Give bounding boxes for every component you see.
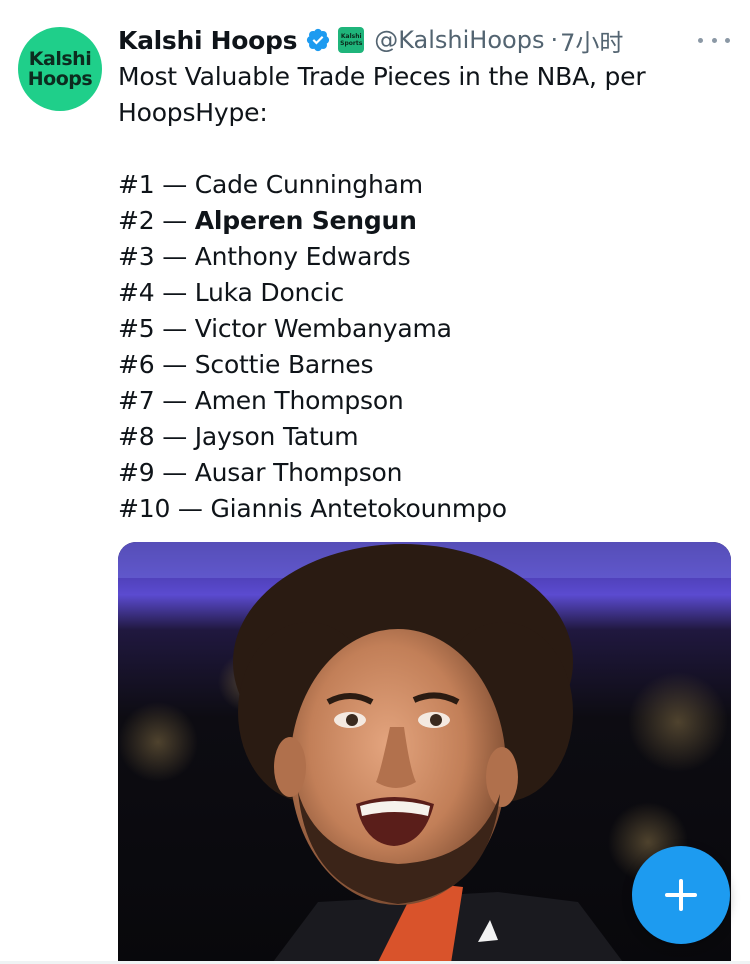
- dot: [711, 37, 717, 43]
- verified-badge-icon: [307, 28, 330, 52]
- avatar[interactable]: Kalshi Hoops: [18, 27, 102, 111]
- rank-number: #6 —: [118, 350, 187, 379]
- ellipsis-icon[interactable]: [698, 28, 730, 52]
- ranking-item: #7 — Amen Thompson: [118, 383, 728, 419]
- player-name: Victor Wembanyama: [194, 314, 452, 343]
- affiliate-badge-line1: Kalshi: [340, 33, 362, 40]
- rank-number: #7 —: [118, 386, 187, 415]
- rank-number: #8 —: [118, 422, 187, 451]
- dot: [698, 37, 703, 43]
- user-handle[interactable]: @KalshiHoops: [374, 26, 544, 54]
- player-name: Jayson Tatum: [194, 422, 359, 451]
- ranking-item: #3 — Anthony Edwards: [118, 239, 728, 275]
- player-name: Ausar Thompson: [194, 458, 403, 487]
- intro-line: Most Valuable Trade Pieces in the NBA, p…: [118, 62, 646, 91]
- ranking-item: #9 — Ausar Thompson: [118, 455, 728, 491]
- rank-number: #3 —: [118, 242, 187, 271]
- ranking-item: #6 — Scottie Barnes: [118, 347, 728, 383]
- rank-number: #10 —: [118, 494, 203, 523]
- tweet-text: Most Valuable Trade Pieces in the NBA, p…: [118, 59, 728, 527]
- ranking-item: #5 — Victor Wembanyama: [118, 311, 728, 347]
- ranking-item: #10 — Giannis Antetokounmpo: [118, 491, 728, 527]
- player-name: Giannis Antetokounmpo: [210, 494, 507, 523]
- plus-icon: [665, 879, 697, 911]
- player-name: Amen Thompson: [194, 386, 404, 415]
- rank-number: #2 —: [118, 206, 187, 235]
- player-name: Anthony Edwards: [194, 242, 411, 271]
- rank-number: #4 —: [118, 278, 187, 307]
- ranking-item: #1 — Cade Cunningham: [118, 167, 728, 203]
- avatar-text-line1: Kalshi: [28, 48, 92, 70]
- timestamp[interactable]: 7小时: [560, 23, 623, 58]
- header-separator: ·: [550, 26, 559, 54]
- tweet[interactable]: Kalshi Hoops Kalshi Hoops Kalshi Sports …: [0, 0, 750, 964]
- ranking-item: #4 — Luka Doncic: [118, 275, 728, 311]
- affiliate-badge-line2: Sports: [340, 40, 363, 47]
- player-name: Cade Cunningham: [194, 170, 423, 199]
- intro-line: HoopsHype:: [118, 98, 268, 127]
- rank-number: #5 —: [118, 314, 187, 343]
- avatar-text-line2: Hoops: [27, 68, 93, 90]
- rank-number: #9 —: [118, 458, 187, 487]
- rank-number: #1 —: [118, 170, 187, 199]
- player-name: Scottie Barnes: [194, 350, 374, 379]
- affiliate-badge[interactable]: Kalshi Sports: [338, 27, 365, 53]
- ranking-item: #2 — Alperen Sengun: [118, 203, 728, 239]
- player-name: Luka Doncic: [194, 278, 345, 307]
- display-name[interactable]: Kalshi Hoops: [118, 26, 298, 55]
- compose-button[interactable]: [632, 846, 730, 944]
- player-name: Alperen Sengun: [194, 206, 417, 235]
- ranking-item: #8 — Jayson Tatum: [118, 419, 728, 455]
- dot: [725, 37, 730, 43]
- tweet-header: Kalshi Hoops Kalshi Sports @KalshiHoops …: [118, 20, 623, 60]
